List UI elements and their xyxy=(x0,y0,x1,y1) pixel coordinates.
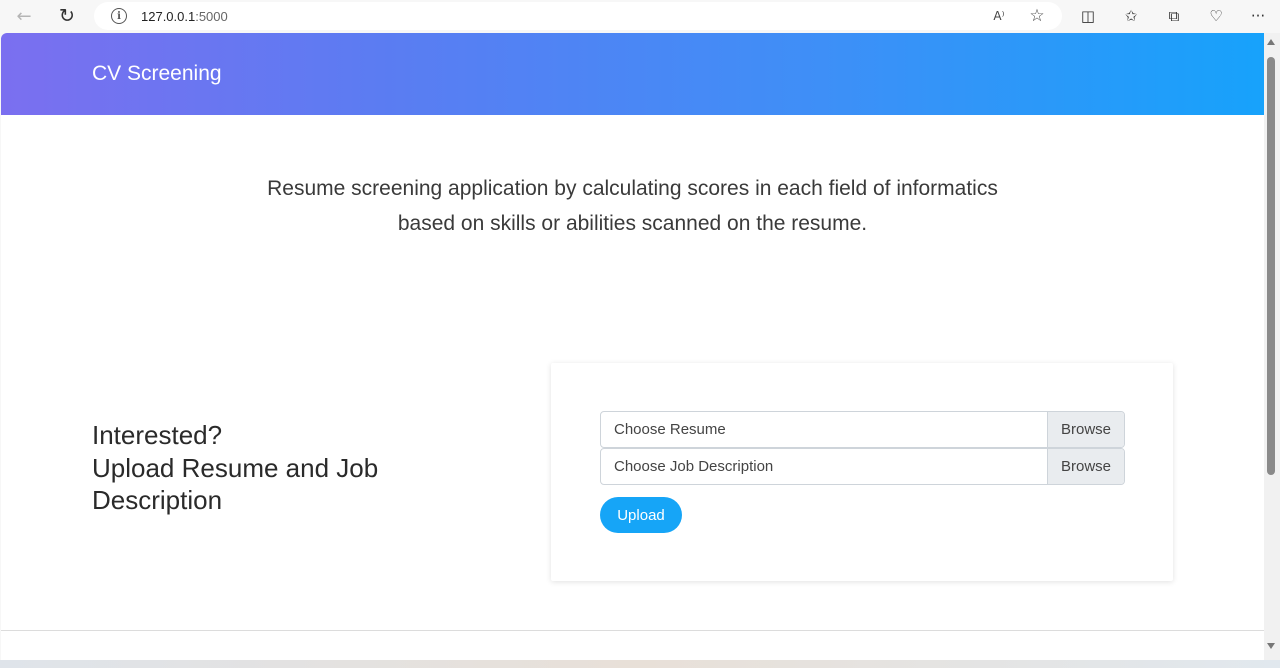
site-header: CV Screening xyxy=(1,33,1264,115)
page-viewport: CV Screening Resume screening applicatio… xyxy=(1,33,1264,660)
scroll-thumb[interactable] xyxy=(1267,57,1275,475)
collections-icon[interactable]: ⧉ xyxy=(1162,5,1186,27)
upload-button[interactable]: Upload xyxy=(600,497,682,533)
browser-essentials-icon[interactable]: ♡ xyxy=(1204,5,1228,27)
cta-line-2: Upload Resume and Job xyxy=(92,452,379,483)
resume-browse-button[interactable]: Browse xyxy=(1047,412,1124,447)
cta-line-1: Interested? xyxy=(92,420,223,450)
page-scrollbar[interactable] xyxy=(1264,33,1280,660)
cta-heading: Interested? Upload Resume and Job Descri… xyxy=(92,419,512,517)
more-menu-icon[interactable]: ··· xyxy=(1246,5,1270,27)
url-text[interactable]: 127.0.0.1:5000 xyxy=(141,9,228,24)
resume-file-label[interactable]: Choose Resume xyxy=(601,421,1047,438)
brand-title[interactable]: CV Screening xyxy=(92,62,222,86)
split-screen-icon[interactable]: ◫ xyxy=(1076,5,1100,27)
url-host: 127.0.0.1 xyxy=(141,8,196,24)
taskbar-edge xyxy=(0,660,1280,668)
favorites-icon[interactable]: ✩ xyxy=(1119,5,1143,27)
info-icon[interactable]: i xyxy=(111,8,127,24)
scroll-down-arrow-icon[interactable] xyxy=(1267,643,1275,649)
back-arrow-icon[interactable]: ← xyxy=(10,4,38,28)
resume-file-input[interactable]: Choose Resume Browse xyxy=(600,411,1125,448)
url-port: :5000 xyxy=(195,8,228,24)
browser-toolbar: ← ↻ i 127.0.0.1:5000 A⁾ ☆ ◫ ✩ ⧉ ♡ ··· xyxy=(0,0,1280,33)
job-description-browse-button[interactable]: Browse xyxy=(1047,449,1124,484)
read-aloud-icon[interactable]: A⁾ xyxy=(988,6,1010,26)
favorite-star-icon[interactable]: ☆ xyxy=(1026,6,1048,26)
footer-divider xyxy=(1,630,1264,631)
scroll-up-arrow-icon[interactable] xyxy=(1267,39,1275,45)
tagline-line-2: based on skills or abilities scanned on … xyxy=(397,212,868,235)
upload-card: Choose Resume Browse Choose Job Descript… xyxy=(551,363,1173,581)
refresh-icon[interactable]: ↻ xyxy=(53,4,81,28)
job-description-file-input[interactable]: Choose Job Description Browse xyxy=(600,448,1125,485)
job-description-file-label[interactable]: Choose Job Description xyxy=(601,458,1047,475)
tagline-line-1: Resume screening application by calculat… xyxy=(267,177,998,200)
cta-line-3: Description xyxy=(92,485,223,515)
tagline: Resume screening application by calculat… xyxy=(1,171,1264,241)
address-bar[interactable]: i 127.0.0.1:5000 A⁾ ☆ xyxy=(94,2,1062,30)
